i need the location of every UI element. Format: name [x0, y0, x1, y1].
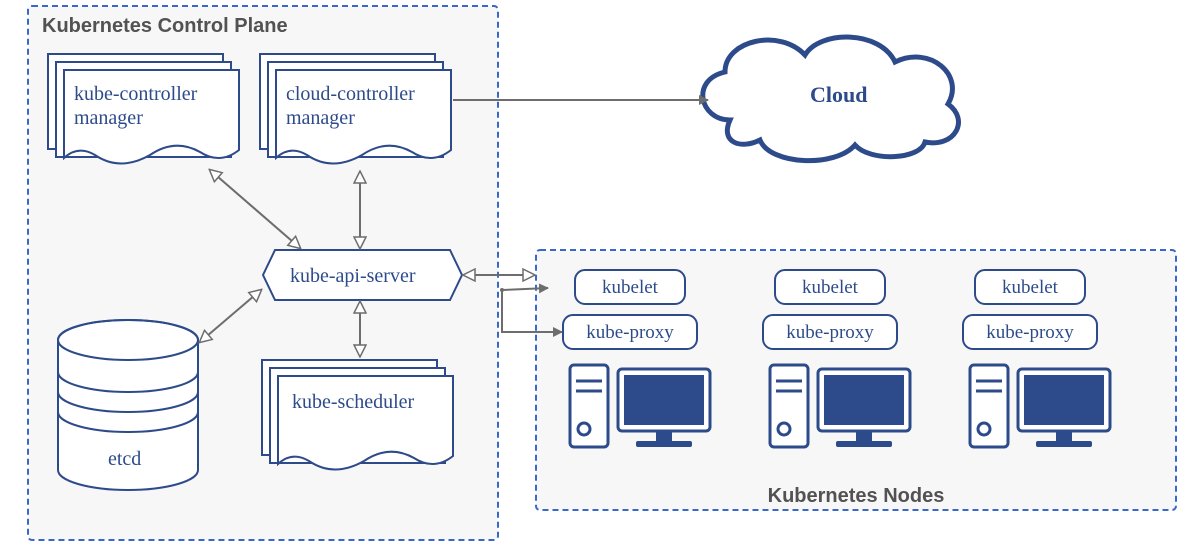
cloud-icon: Cloud	[703, 37, 959, 161]
nodes-title: Kubernetes Nodes	[768, 485, 945, 507]
etcd-label: etcd	[108, 448, 141, 470]
node-2-kubeproxy-label: kube-proxy	[786, 322, 874, 343]
node-1-kubelet-label: kubelet	[602, 277, 659, 298]
kube-controller-manager: kube-controller manager	[48, 54, 239, 164]
kube-api-server-label: kube-api-server	[290, 265, 416, 287]
node-3-kubeproxy-label: kube-proxy	[986, 322, 1074, 343]
kube-scheduler-label: kube-scheduler	[292, 391, 415, 413]
cloud-label: Cloud	[810, 82, 867, 107]
node-2-kubelet-label: kubelet	[802, 277, 859, 298]
kube-api-server: kube-api-server	[263, 250, 462, 300]
cloud-controller-manager: cloud-controller manager	[260, 54, 451, 164]
node-1-kubeproxy-label: kube-proxy	[586, 322, 674, 343]
etcd: etcd	[58, 320, 198, 490]
node-3-kubelet-label: kubelet	[1002, 277, 1059, 298]
control-plane-title: Kubernetes Control Plane	[42, 15, 288, 37]
kube-scheduler: kube-scheduler	[262, 360, 453, 470]
